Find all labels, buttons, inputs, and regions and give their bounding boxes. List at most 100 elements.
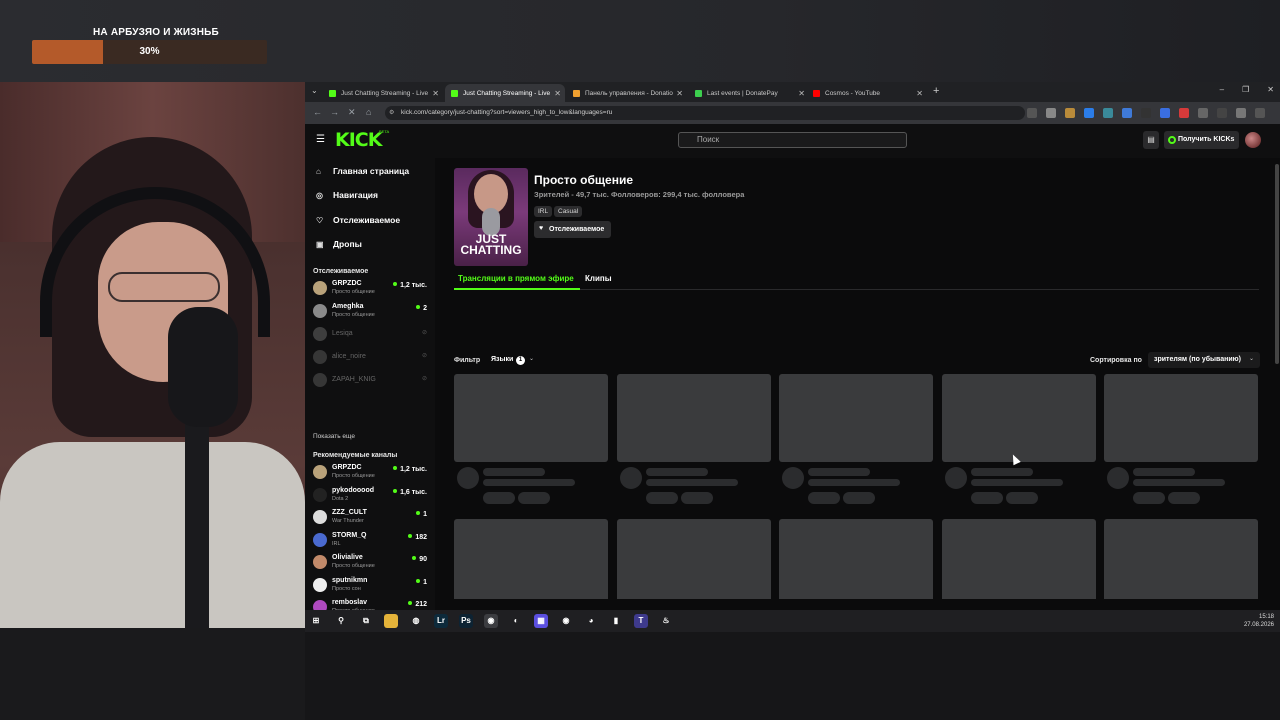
following-channel[interactable]: GRPZDC Просто общение 1,2 тыс. bbox=[313, 278, 427, 298]
tab-close-icon[interactable]: ✕ bbox=[916, 89, 923, 98]
tab-search-dropdown-icon[interactable]: ⌄ bbox=[311, 86, 318, 95]
sidebar-nav-item[interactable]: ♡ Отслеживаемое bbox=[316, 215, 400, 225]
recommended-channel[interactable]: STORM_Q IRL 182 bbox=[313, 530, 427, 550]
recommended-channel[interactable]: ZZZ_CULT War Thunder 1 bbox=[313, 507, 427, 527]
photoshop-icon[interactable]: Ps bbox=[459, 614, 473, 628]
library-icon[interactable]: ▤ bbox=[1143, 131, 1159, 149]
extension-icon[interactable] bbox=[1103, 108, 1113, 118]
extensions-bar bbox=[1027, 108, 1265, 118]
stats-icon[interactable]: ▮ bbox=[609, 614, 623, 628]
browser-tab[interactable]: Панель управления - Donatio ✕ bbox=[567, 84, 687, 102]
menu-dots-icon[interactable] bbox=[1255, 108, 1265, 118]
tab-close-icon[interactable]: ✕ bbox=[432, 89, 439, 98]
back-icon[interactable]: ← bbox=[313, 107, 322, 117]
extension-icon[interactable] bbox=[1122, 108, 1132, 118]
recommended-channel[interactable]: pykodooood Dota 2 1,6 тыс. bbox=[313, 485, 427, 505]
stop-icon[interactable]: ✕ bbox=[348, 107, 356, 118]
user-avatar[interactable] bbox=[1245, 132, 1261, 148]
browser-tab[interactable]: Just Chatting Streaming - Live ✕ bbox=[445, 84, 565, 102]
channel-name: STORM_Q bbox=[332, 531, 367, 539]
stream-card-skeleton[interactable] bbox=[616, 519, 771, 599]
search-icon[interactable]: ⚲ bbox=[334, 614, 348, 628]
profile-icon[interactable] bbox=[1236, 108, 1246, 118]
obs-icon[interactable]: ◍ bbox=[409, 614, 423, 628]
sort-select[interactable]: зрителям (по убыванию) bbox=[1148, 352, 1260, 368]
webcam-sweater bbox=[0, 442, 305, 628]
scrollbar-thumb[interactable] bbox=[1275, 164, 1279, 364]
extension-icon[interactable] bbox=[1065, 108, 1075, 118]
extensions-puzzle-icon[interactable] bbox=[1198, 108, 1208, 118]
stream-card-skeleton[interactable] bbox=[616, 374, 771, 504]
tag-irl[interactable]: IRL bbox=[534, 206, 553, 217]
browser-tab[interactable]: Cosmos - YouTube ✕ bbox=[807, 84, 927, 102]
kick-logo[interactable]: KICK bbox=[335, 129, 382, 151]
restore-icon[interactable]: ❐ bbox=[1242, 85, 1249, 94]
recommended-channel[interactable]: remboslavПросто общение212 bbox=[313, 597, 427, 610]
extension-icon[interactable] bbox=[1141, 108, 1151, 118]
menu-icon[interactable]: ☰ bbox=[316, 134, 325, 145]
site-info-icon[interactable]: ⚙ bbox=[389, 109, 394, 116]
stream-card-skeleton[interactable] bbox=[779, 519, 933, 599]
sidebar-nav-item[interactable]: ⌂ Главная страница bbox=[316, 166, 409, 176]
teams-icon[interactable]: T bbox=[634, 614, 648, 628]
browser-tab[interactable]: Last events | DonatePay ✕ bbox=[689, 84, 809, 102]
channel-avatar bbox=[313, 350, 327, 364]
extension-icon[interactable] bbox=[1160, 108, 1170, 118]
following-channel[interactable]: alice_noire ⊘ bbox=[313, 347, 427, 367]
tab-close-icon[interactable]: ✕ bbox=[676, 89, 683, 98]
stream-card-skeleton[interactable] bbox=[454, 374, 608, 504]
webcam-mic-arm bbox=[185, 412, 209, 628]
search-input[interactable]: Поиск bbox=[678, 132, 907, 148]
url-field[interactable]: kick.com/category/just-chatting?sort=vie… bbox=[385, 106, 1025, 120]
skeleton-sk3 bbox=[483, 492, 515, 504]
folder-icon[interactable] bbox=[384, 614, 398, 628]
chrome-icon[interactable]: ◉ bbox=[484, 614, 498, 628]
tab-live-streams[interactable]: Трансляции в прямом эфире bbox=[458, 274, 574, 283]
recommended-channel[interactable]: GRPZDC Просто общение 1,2 тыс. bbox=[313, 462, 427, 482]
sidebar-nav-item[interactable]: ◎ Навигация bbox=[316, 190, 378, 200]
forward-icon[interactable]: → bbox=[330, 107, 339, 117]
steam-icon[interactable]: ♨ bbox=[659, 614, 673, 628]
extension-icon[interactable] bbox=[1027, 108, 1037, 118]
extension-icon[interactable] bbox=[1084, 108, 1094, 118]
tab-close-icon[interactable]: ✕ bbox=[798, 89, 805, 98]
following-channel[interactable]: Lesiqa ⊘ bbox=[313, 324, 427, 344]
sort-label: Сортировка по bbox=[1090, 357, 1142, 364]
stream-card-skeleton[interactable] bbox=[454, 519, 608, 599]
tab-label: Last events | DonatePay bbox=[707, 89, 778, 97]
stream-card-skeleton[interactable] bbox=[1104, 519, 1258, 599]
channel-category: Dota 2 bbox=[332, 495, 349, 502]
following-channel[interactable]: Ameghka Просто общение 2 bbox=[313, 301, 427, 321]
close-icon[interactable]: ✕ bbox=[1267, 85, 1274, 94]
windows-icon[interactable]: ⊞ bbox=[309, 614, 323, 628]
following-channel[interactable]: ZAPAH_KNIG ⊘ bbox=[313, 370, 427, 390]
tag-casual[interactable]: Casual bbox=[554, 206, 583, 217]
tab-clips[interactable]: Клипы bbox=[585, 274, 612, 283]
taskbar-clock[interactable]: 15:18 27.08.2026 bbox=[1244, 613, 1274, 629]
recommended-channel[interactable]: sputnikmn Просто сон 1 bbox=[313, 575, 427, 595]
home-icon[interactable]: ⌂ bbox=[366, 107, 371, 117]
lightroom-icon[interactable]: Lr bbox=[434, 614, 448, 628]
task-view-icon[interactable]: ⧉ bbox=[359, 614, 373, 628]
stream-card-skeleton[interactable] bbox=[779, 374, 933, 504]
extension-icon[interactable] bbox=[1217, 108, 1227, 118]
edge-icon[interactable]: ◐ bbox=[509, 614, 523, 628]
spotify-icon[interactable]: ◉ bbox=[559, 614, 573, 628]
tab-label: Панель управления - Donatio bbox=[585, 89, 673, 97]
skeleton-sk2 bbox=[808, 479, 900, 486]
bookmark-star-icon[interactable] bbox=[1046, 108, 1056, 118]
tab-close-icon[interactable]: ✕ bbox=[554, 89, 561, 98]
minimize-icon[interactable]: – bbox=[1220, 85, 1224, 94]
stream-card-skeleton[interactable] bbox=[941, 374, 1096, 504]
extension-icon[interactable] bbox=[1179, 108, 1189, 118]
stream-card-skeleton[interactable] bbox=[941, 519, 1096, 599]
discord-icon[interactable]: ◕ bbox=[584, 614, 598, 628]
show-more-link[interactable]: Показать еще bbox=[313, 433, 355, 440]
new-tab-button[interactable]: + bbox=[933, 85, 939, 97]
recommended-channel[interactable]: Olivialive Просто общение 90 bbox=[313, 552, 427, 572]
sidebar-nav-item[interactable]: ▣ Дропы bbox=[316, 239, 362, 249]
grid-app-icon[interactable]: ▦ bbox=[534, 614, 548, 628]
follow-category-button[interactable]: Отслеживаемое bbox=[534, 221, 611, 238]
stream-card-skeleton[interactable] bbox=[1104, 374, 1258, 504]
browser-tab[interactable]: Just Chatting Streaming - Live ✕ bbox=[323, 84, 443, 102]
